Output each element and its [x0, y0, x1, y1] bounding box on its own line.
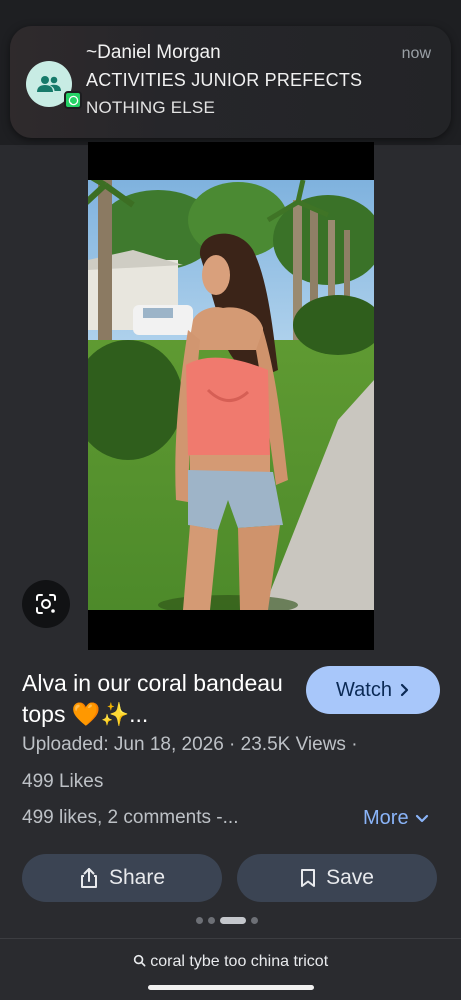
share-icon — [80, 868, 97, 888]
search-query-bar[interactable]: coral tybe too china tricot — [0, 953, 461, 971]
whatsapp-icon — [64, 91, 82, 109]
home-indicator[interactable] — [148, 985, 314, 990]
result-title[interactable]: Alva in our coral bandeau tops 🧡✨... — [22, 668, 297, 730]
google-lens-icon — [36, 594, 56, 614]
comments-summary: 499 likes, 2 comments -... — [22, 807, 239, 828]
pagination-dot-active[interactable] — [220, 917, 246, 924]
save-button[interactable]: Save — [237, 854, 437, 902]
notification-time: now — [401, 45, 431, 62]
pagination-dot[interactable] — [208, 917, 215, 924]
save-button-label: Save — [326, 866, 374, 889]
google-lens-button[interactable] — [22, 580, 70, 628]
video-thumbnail-image — [88, 180, 374, 610]
bookmark-icon — [301, 869, 316, 887]
watch-button[interactable]: Watch — [306, 666, 440, 714]
more-button-label: More — [363, 807, 409, 829]
notification-banner[interactable]: ~Daniel Morgan now ACTIVITIES JUNIOR PRE… — [10, 26, 451, 138]
search-icon — [133, 954, 146, 967]
chevron-down-icon — [415, 814, 428, 822]
notification-sender: ~Daniel Morgan — [86, 42, 221, 63]
upload-meta: Uploaded: Jun 18, 2026 · 23.5K Views · — [22, 734, 358, 755]
pagination-dots[interactable] — [196, 917, 258, 924]
notification-title: ACTIVITIES JUNIOR PREFECTS — [86, 70, 363, 90]
video-preview[interactable] — [88, 142, 374, 650]
watch-button-label: Watch — [336, 678, 392, 701]
pagination-dot[interactable] — [251, 917, 258, 924]
likes-count: 499 Likes — [22, 771, 104, 792]
notification-message: NOTHING ELSE — [86, 98, 215, 117]
pagination-dot[interactable] — [196, 917, 203, 924]
search-query-text: coral tybe too china tricot — [150, 953, 329, 970]
share-button[interactable]: Share — [22, 854, 222, 902]
chevron-right-icon — [400, 683, 409, 697]
divider — [0, 938, 461, 939]
share-button-label: Share — [108, 866, 166, 889]
more-button[interactable]: More — [363, 807, 429, 830]
